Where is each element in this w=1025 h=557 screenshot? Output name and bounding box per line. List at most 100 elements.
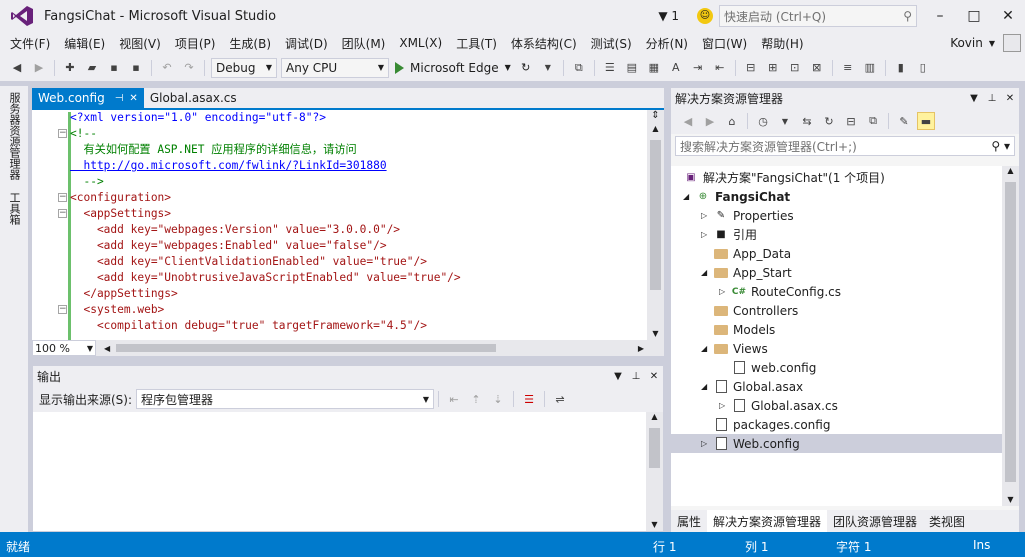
scroll-thumb[interactable] xyxy=(1005,182,1016,482)
menu-debug[interactable]: 调试(D) xyxy=(279,35,334,52)
minimize-button[interactable]: – xyxy=(923,0,957,32)
chevron-right-icon[interactable]: ▷ xyxy=(701,211,713,220)
chevron-right-icon[interactable]: ▷ xyxy=(719,287,731,296)
chevron-down-icon[interactable]: ▼ xyxy=(609,371,627,382)
preview-selected-icon[interactable]: ▬ xyxy=(917,112,935,130)
back-icon[interactable]: ◀ xyxy=(8,59,26,77)
scroll-up-icon[interactable]: ▲ xyxy=(647,124,664,138)
tree-item-project[interactable]: ◢ ⊕ FangsiChat xyxy=(683,187,790,206)
tree-item-references[interactable]: ▷ ■ 引用 xyxy=(701,225,757,244)
comment-icon[interactable]: ⊟ xyxy=(742,59,760,77)
word-completion-icon[interactable]: A xyxy=(667,59,685,77)
scroll-down-icon[interactable]: ▼ xyxy=(1002,495,1019,504)
indent-icon[interactable]: ⇥ xyxy=(689,59,707,77)
tree-item-views[interactable]: ◢ Views xyxy=(701,339,768,358)
menu-view[interactable]: 视图(V) xyxy=(113,35,167,52)
list-members-icon[interactable]: ☰ xyxy=(601,59,619,77)
close-icon[interactable]: ✕ xyxy=(645,371,663,382)
tab-web-config[interactable]: Web.config ⊣ ✕ xyxy=(32,88,144,108)
notifications-flag-icon[interactable]: ▼ 1 xyxy=(658,9,679,23)
refresh-icon[interactable]: ↻ xyxy=(820,112,838,130)
menu-architecture[interactable]: 体系结构(C) xyxy=(505,35,583,52)
maximize-button[interactable]: □ xyxy=(957,0,991,32)
menu-edit[interactable]: 编辑(E) xyxy=(58,35,111,52)
output-text-area[interactable]: ▲ ▼ xyxy=(33,412,663,531)
solution-vertical-scrollbar[interactable]: ▲ ▼ xyxy=(1002,166,1019,506)
tab-global-asax-cs[interactable]: Global.asax.cs xyxy=(144,88,243,108)
tab-team-explorer[interactable]: 团队资源管理器 xyxy=(827,510,923,532)
tree-item-global-asax[interactable]: ◢ Global.asax xyxy=(701,377,803,396)
menu-project[interactable]: 项目(P) xyxy=(169,35,222,52)
clear-all-icon[interactable]: ☰ xyxy=(520,390,538,408)
save-icon[interactable]: ▪ xyxy=(105,59,123,77)
chevron-down-icon[interactable]: ◢ xyxy=(701,382,713,391)
server-explorer-tab[interactable]: 服务器资源管理器 xyxy=(0,86,28,186)
menu-window[interactable]: 窗口(W) xyxy=(696,35,753,52)
uncomment-icon[interactable]: ⊞ xyxy=(764,59,782,77)
menu-help[interactable]: 帮助(H) xyxy=(755,35,809,52)
pin-icon[interactable]: ⊣ xyxy=(115,93,124,104)
chevron-right-icon[interactable]: ▷ xyxy=(701,230,713,239)
fold-toggle-icon[interactable]: − xyxy=(58,209,67,218)
start-debugging-button[interactable]: Microsoft Edge ▼ xyxy=(395,61,511,75)
chevron-down-icon[interactable]: ◢ xyxy=(701,344,713,353)
browser-link-icon[interactable]: ⧉ xyxy=(570,59,588,77)
code-text-area[interactable]: − − − − <?xml version="1.0" encoding="ut… xyxy=(32,110,664,340)
tree-item-web-config[interactable]: ▷ Web.config xyxy=(671,434,1002,453)
show-all-files-icon[interactable]: ⧉ xyxy=(864,112,882,130)
open-file-icon[interactable]: ▰ xyxy=(83,59,101,77)
feedback-smiley-icon[interactable]: ☺ xyxy=(697,8,713,24)
bookmark-next-icon[interactable]: ▯ xyxy=(914,59,932,77)
tree-item-app-data[interactable]: App_Data xyxy=(713,244,791,263)
chevron-down-icon[interactable]: ◢ xyxy=(683,192,695,201)
prev-message-icon[interactable]: ⇡ xyxy=(467,390,485,408)
menu-analyze[interactable]: 分析(N) xyxy=(640,35,694,52)
tree-item-models[interactable]: Models xyxy=(713,320,775,339)
scroll-down-icon[interactable]: ▼ xyxy=(646,520,663,529)
chevron-down-icon[interactable]: ▼ xyxy=(505,63,511,72)
chevron-down-icon[interactable]: ◢ xyxy=(701,268,713,277)
solution-search-input[interactable]: 搜索解决方案资源管理器(Ctrl+;) ⚲ ▾ xyxy=(675,136,1015,156)
output-source-select[interactable]: 程序包管理器 ▼ xyxy=(136,389,435,409)
bookmark-icon[interactable]: ▮ xyxy=(892,59,910,77)
avatar[interactable] xyxy=(1003,34,1021,52)
quick-info-icon[interactable]: ▦ xyxy=(645,59,663,77)
chevron-down-icon[interactable]: ▼ xyxy=(539,59,557,77)
word-wrap-icon[interactable]: ⇌ xyxy=(551,390,569,408)
tab-properties[interactable]: 属性 xyxy=(671,510,707,532)
tree-item-views-web-config[interactable]: web.config xyxy=(731,358,816,377)
home-icon[interactable]: ⌂ xyxy=(723,112,741,130)
menu-build[interactable]: 生成(B) xyxy=(223,35,277,52)
zoom-select[interactable]: 100 % ▼ xyxy=(32,340,96,356)
pin-icon[interactable]: ⊥ xyxy=(627,371,645,382)
chevron-right-icon[interactable]: ▷ xyxy=(719,401,731,410)
menu-tools[interactable]: 工具(T) xyxy=(450,35,503,52)
pin-icon[interactable]: ⊥ xyxy=(983,93,1001,104)
menu-file[interactable]: 文件(F) xyxy=(4,35,56,52)
bookmark-prev-icon[interactable]: ⊠ xyxy=(808,59,826,77)
h-scroll-thumb[interactable] xyxy=(116,344,497,352)
properties-wrench-icon[interactable]: ✎ xyxy=(895,112,913,130)
parameter-info-icon[interactable]: ▤ xyxy=(623,59,641,77)
close-icon[interactable]: ✕ xyxy=(129,93,137,104)
chevron-down-icon[interactable]: ▼ xyxy=(776,112,794,130)
toolbox-tab[interactable]: 工具箱 xyxy=(0,186,28,231)
split-icon[interactable]: ⇕ xyxy=(647,110,664,124)
menu-test[interactable]: 测试(S) xyxy=(585,35,638,52)
scroll-right-icon[interactable]: ▶ xyxy=(638,344,644,353)
menu-team[interactable]: 团队(M) xyxy=(336,35,392,52)
pending-changes-icon[interactable]: ◷ xyxy=(754,112,772,130)
list-icon[interactable]: ▥ xyxy=(861,59,879,77)
scroll-thumb[interactable] xyxy=(649,428,660,468)
scroll-thumb[interactable] xyxy=(650,140,661,290)
redo-icon[interactable]: ↷ xyxy=(180,59,198,77)
quick-launch-input[interactable]: 快速启动 (Ctrl+Q) ⚲ xyxy=(719,5,917,27)
forward-icon[interactable]: ▶ xyxy=(701,112,719,130)
configuration-select[interactable]: Debug ▼ xyxy=(211,57,277,78)
forward-icon[interactable]: ▶ xyxy=(30,59,48,77)
user-name[interactable]: Kovin xyxy=(950,36,983,50)
refresh-icon[interactable]: ↻ xyxy=(517,59,535,77)
chevron-down-icon[interactable]: ▼ xyxy=(965,93,983,104)
next-message-icon[interactable]: ⇣ xyxy=(489,390,507,408)
tree-item-global-asax-cs[interactable]: ▷ Global.asax.cs xyxy=(719,396,838,415)
